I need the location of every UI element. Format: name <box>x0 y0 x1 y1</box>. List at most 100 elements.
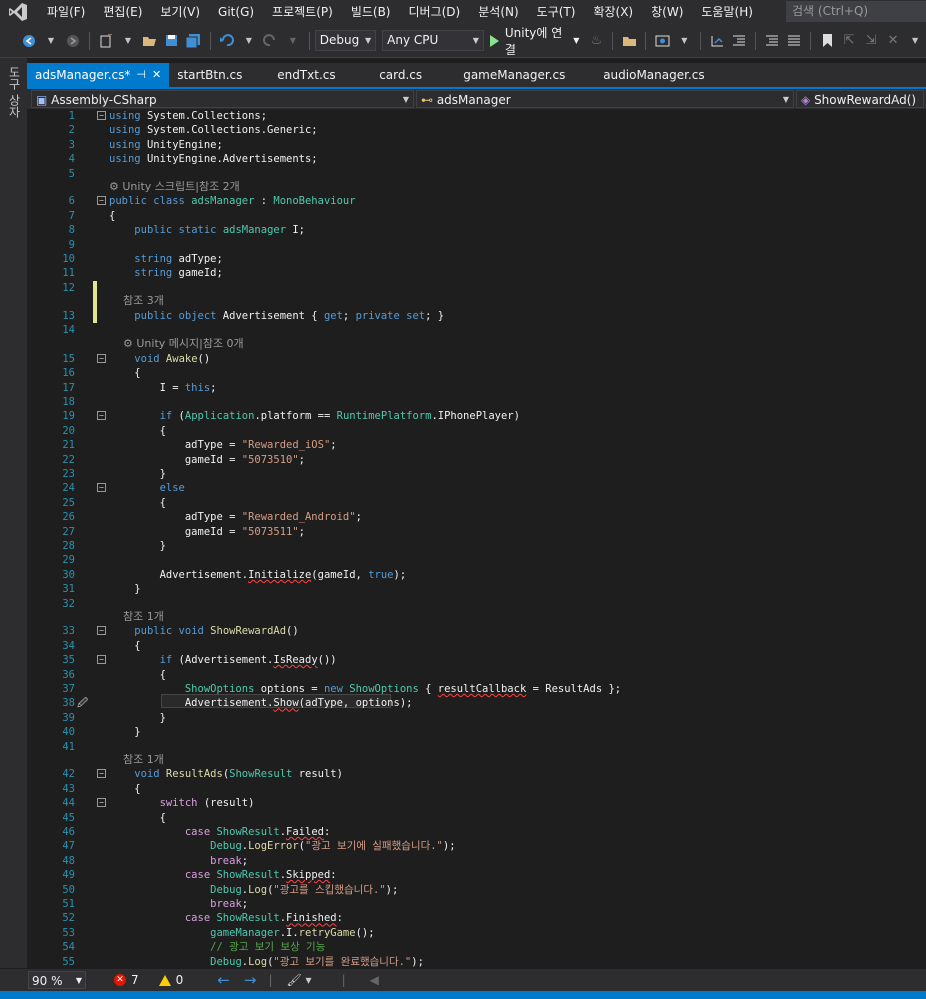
code-line: 47 Debug.LogError("광고 보기에 실패했습니다."); <box>62 840 456 853</box>
separator <box>645 31 647 50</box>
code-line: 22 gameId = "5073510"; <box>62 453 305 466</box>
zoom-value: 90 % <box>32 974 63 988</box>
save-icon[interactable] <box>163 30 181 52</box>
platform-value: Any CPU <box>387 33 439 47</box>
redo-icon[interactable] <box>262 30 280 52</box>
codelens: 참조 1개 <box>27 610 926 624</box>
menu-item[interactable]: 확장(X) <box>584 0 642 24</box>
code-line: 21 adType = "Rewarded_iOS"; <box>62 439 337 452</box>
class-icon: ⊷ <box>421 93 433 107</box>
undo-icon[interactable] <box>218 30 236 52</box>
indent-icon[interactable] <box>730 30 748 52</box>
code-line: 20 { <box>62 424 166 437</box>
menu-item[interactable]: Git(G) <box>209 0 263 24</box>
previous-issue-icon[interactable]: ← <box>217 971 230 989</box>
pin-icon[interactable]: ⊣ <box>136 63 146 87</box>
menu-bar: 파일(F) 편집(E) 보기(V) Git(G) 프로젝트(P) 빌드(B) 디버그(D) 분… <box>0 0 926 24</box>
forward-icon[interactable] <box>64 30 82 52</box>
codelens-label[interactable]: Unity 스크립트|참조 2개 <box>122 180 239 193</box>
clear-bookmarks-icon[interactable]: ✕ <box>884 30 902 52</box>
menu-item[interactable]: 빌드(B) <box>342 0 400 24</box>
screenshot-icon[interactable] <box>653 30 671 52</box>
new-item-icon[interactable] <box>97 30 115 52</box>
menu-item[interactable]: 편집(E) <box>94 0 151 24</box>
code-line: 38 🖉 Advertisement.Show(adType, options); <box>62 696 413 710</box>
class-select[interactable]: ⊷ adsManager ▼ <box>416 90 794 108</box>
menu-item[interactable]: 디버그(D) <box>400 0 470 24</box>
error-icon[interactable]: ✕ <box>114 974 126 986</box>
code-line: 4 using UnityEngine.Advertisements; <box>68 153 318 166</box>
menu-item[interactable]: 파일(F) <box>38 0 94 24</box>
codelens-label[interactable]: 참조 3개 <box>123 294 164 307</box>
code-line: 2 using System.Collections.Generic; <box>68 124 318 137</box>
tab-startbtn[interactable]: startBtn.cs <box>169 63 271 87</box>
menu-item[interactable]: 분석(N) <box>469 0 527 24</box>
comment-lines-icon[interactable] <box>763 30 781 52</box>
code-line: 13 public object Advertisement { get; pr… <box>62 309 445 322</box>
search-input[interactable]: 검색 (Ctrl+Q) <box>786 1 926 22</box>
code-line: 3 using UnityEngine; <box>68 138 223 151</box>
codelens-label[interactable]: Unity 메시지|참조 0개 <box>136 337 243 350</box>
prev-bookmark-icon[interactable]: ⇱ <box>840 30 858 52</box>
code-line: 41 <box>62 740 75 753</box>
save-all-icon[interactable] <box>185 30 203 52</box>
back-icon[interactable] <box>20 30 38 52</box>
platform-select[interactable]: Any CPU ▼ <box>382 30 484 51</box>
scroll-left-icon[interactable]: ◀ <box>370 973 379 987</box>
back-dropdown-icon[interactable]: ▼ <box>42 30 60 52</box>
code-line: 34 { <box>62 639 141 652</box>
tab-endtxt[interactable]: endTxt.cs <box>271 63 371 87</box>
code-line: 8 public static adsManager I; <box>68 224 305 237</box>
menu-item[interactable]: 도움말(H) <box>692 0 762 24</box>
separator: | <box>268 973 273 987</box>
visual-studio-logo-icon[interactable] <box>4 0 32 24</box>
member-select[interactable]: ◈ ShowRewardAd() <box>796 90 924 108</box>
folder-icon[interactable] <box>620 30 638 52</box>
menu-item[interactable]: 프로젝트(P) <box>263 0 342 24</box>
hot-reload-icon[interactable]: ♨ <box>587 30 605 52</box>
code-line: 1− using System.Collections; <box>68 110 268 122</box>
configuration-select[interactable]: Debug ▼ <box>314 30 377 51</box>
next-issue-icon[interactable]: → <box>244 971 257 989</box>
warning-icon[interactable] <box>158 974 171 986</box>
new-item-dropdown-icon[interactable]: ▼ <box>119 30 137 52</box>
tab-card[interactable]: card.cs <box>371 63 457 87</box>
toolbox-tab[interactable]: 도구 상자 <box>6 66 23 118</box>
attach-unity-label: Unity에 연결 <box>504 25 563 57</box>
chevron-down-icon: ▼ <box>782 95 789 104</box>
tab-gamemanager[interactable]: gameManager.cs <box>457 63 597 87</box>
separator <box>612 31 614 50</box>
undo-dropdown-icon[interactable]: ▼ <box>240 30 258 52</box>
codelens-label[interactable]: 참조 1개 <box>123 753 164 766</box>
project-select[interactable]: ▣ Assembly-CSharp ▼ <box>31 90 414 108</box>
attach-unity-button[interactable]: Unity에 연결 ▼ <box>489 24 579 58</box>
bookmark-icon[interactable] <box>818 30 836 52</box>
configuration-value: Debug <box>319 33 360 47</box>
toolbox-strip: 도구 상자 <box>0 58 27 968</box>
code-line: 35− if (Advertisement.IsReady()) <box>62 654 337 667</box>
step-icon[interactable] <box>708 30 726 52</box>
menu-item[interactable]: 도구(T) <box>528 0 585 24</box>
separator <box>209 31 211 50</box>
uncomment-lines-icon[interactable] <box>785 30 803 52</box>
tab-label: card.cs <box>379 68 423 82</box>
code-line: 26 adType = "Rewarded_Android"; <box>62 511 362 524</box>
quick-action-icon[interactable]: 🖉 <box>77 696 88 710</box>
chevron-down-icon[interactable]: ▼ <box>675 30 693 52</box>
redo-dropdown-icon[interactable]: ▼ <box>284 30 302 52</box>
code-line: 15− void Awake() <box>62 352 211 365</box>
next-bookmark-icon[interactable]: ⇲ <box>862 30 880 52</box>
code-editor[interactable]: 1− using System.Collections; 2 using Syste… <box>27 109 926 969</box>
toolbar-overflow-icon[interactable]: ▼ <box>906 30 924 52</box>
tab-adsmanager[interactable]: adsManager.cs* ⊣ ✕ <box>27 63 170 87</box>
code-cleanup-icon[interactable]: 🖌 ▾ <box>286 973 311 987</box>
close-icon[interactable]: ✕ <box>152 63 161 87</box>
menu-item[interactable]: 보기(V) <box>151 0 209 24</box>
codelens-label[interactable]: 참조 1개 <box>123 610 164 623</box>
zoom-select[interactable]: 90 % ▼ <box>28 971 86 989</box>
tab-audiomanager[interactable]: audioManager.cs <box>597 63 712 87</box>
menu-item[interactable]: 창(W) <box>642 0 692 24</box>
open-folder-icon[interactable] <box>141 30 159 52</box>
tab-label: startBtn.cs <box>177 68 243 82</box>
code-line: 37 ShowOptions options = new ShowOptions… <box>62 683 622 695</box>
